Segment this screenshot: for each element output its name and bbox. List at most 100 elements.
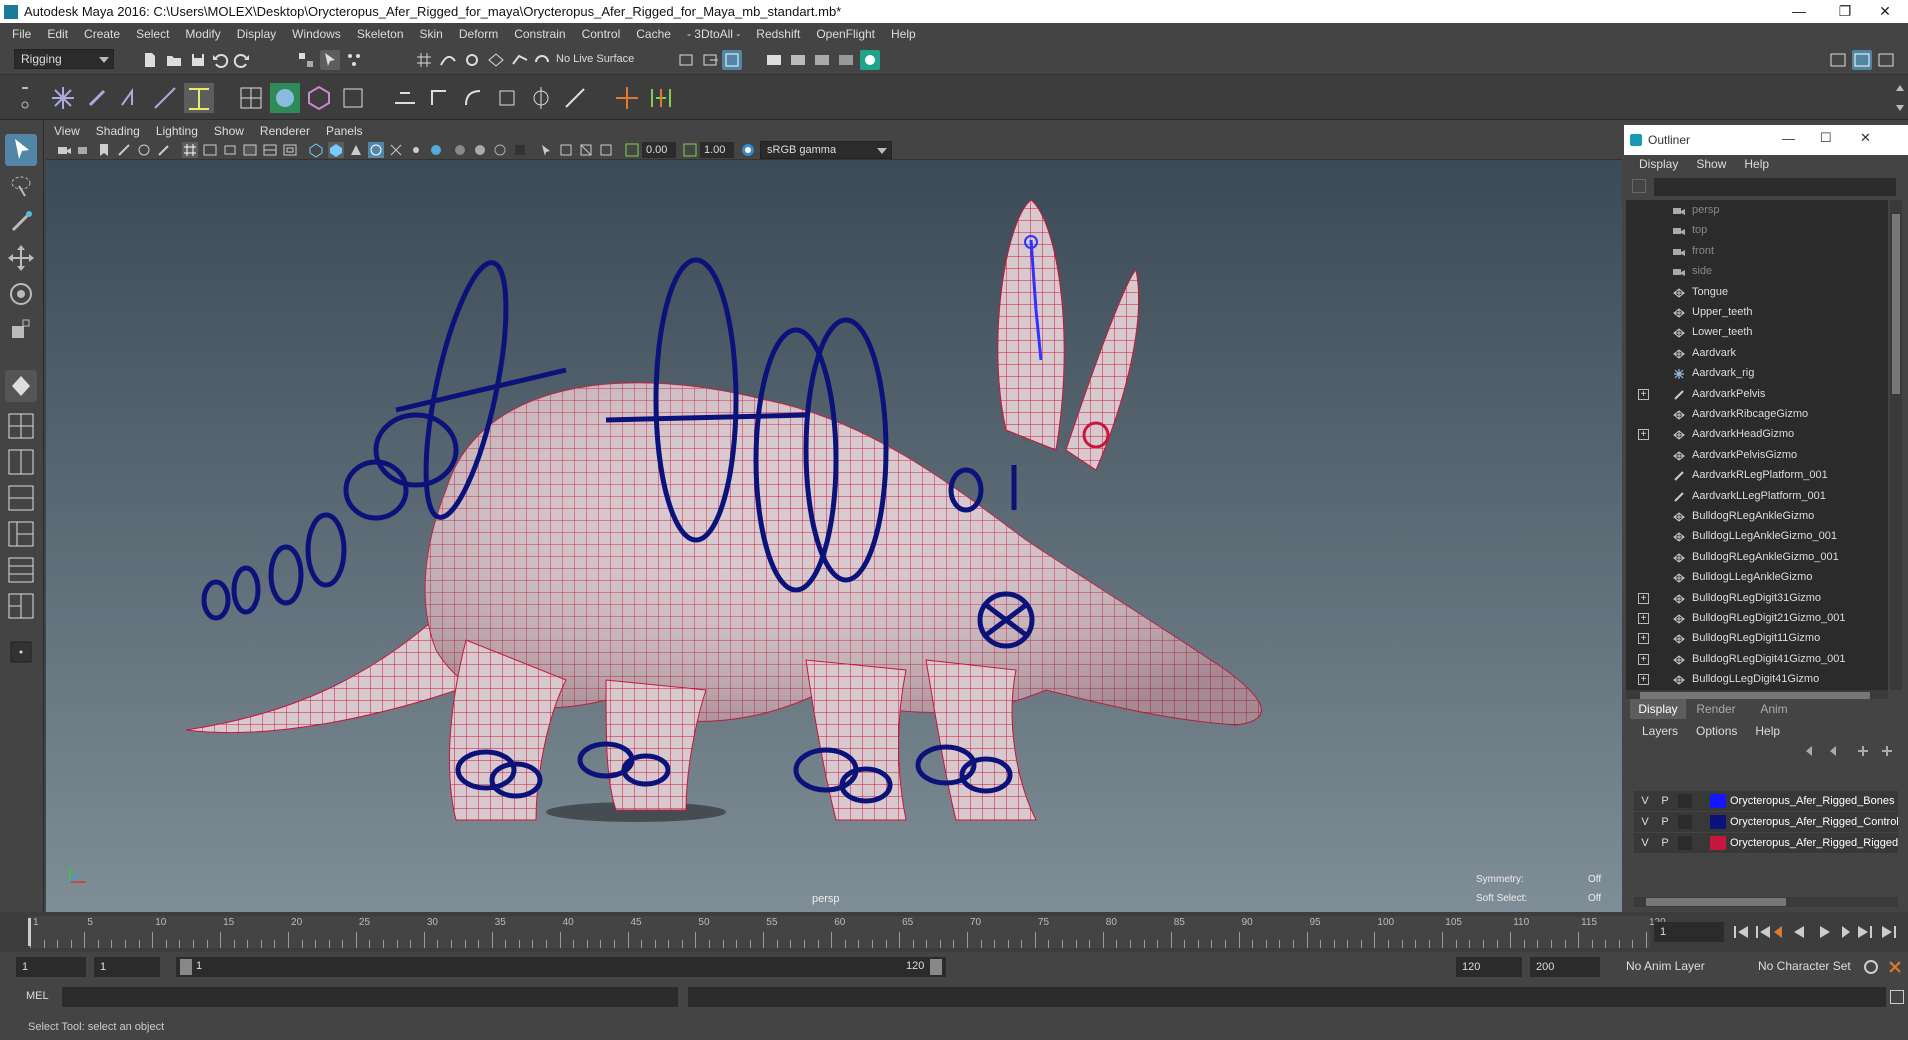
open-scene-icon[interactable] xyxy=(164,50,184,70)
outliner-item[interactable]: front xyxy=(1626,241,1888,261)
depth-of-field-icon[interactable] xyxy=(512,142,528,158)
layer-row[interactable]: V P Orycteropus_Afer_Rigged_Bones xyxy=(1634,791,1898,811)
isolate-select-icon[interactable] xyxy=(538,142,554,158)
expand-plus-icon[interactable]: + xyxy=(1638,633,1649,645)
bookmark-icon[interactable] xyxy=(96,142,112,158)
outliner-search-input[interactable] xyxy=(1654,178,1896,196)
layer-playback-toggle[interactable]: P xyxy=(1656,791,1674,811)
panel-menu-lighting[interactable]: Lighting xyxy=(148,124,206,138)
outliner-item[interactable]: AardvarkRibcageGizmo xyxy=(1626,404,1888,424)
time-slider[interactable]: 1 5 10 15 20 25 30 35 40 45 50 55 60 65 70 75 80 85 90 95 10… xyxy=(0,912,1908,952)
color-management-icon[interactable] xyxy=(740,142,756,158)
layout-options-icon[interactable] xyxy=(5,636,37,668)
camera-select-icon[interactable] xyxy=(56,142,72,158)
character-set-dropdown[interactable]: No Character Set xyxy=(1752,957,1864,977)
tab-anim-layers[interactable]: Anim xyxy=(1746,699,1802,719)
layer-color-swatch[interactable] xyxy=(1710,815,1726,829)
current-frame-field[interactable]: 1 xyxy=(1654,922,1724,942)
xray-icon[interactable] xyxy=(388,142,404,158)
layer-visibility-toggle[interactable]: V xyxy=(1636,812,1654,832)
motion-blur-icon[interactable] xyxy=(472,142,488,158)
menu-0[interactable]: File xyxy=(4,27,39,41)
outliner-layout-icon[interactable] xyxy=(5,554,37,586)
layer-menu-options[interactable]: Options xyxy=(1678,721,1737,741)
outliner-item[interactable]: side xyxy=(1626,261,1888,281)
save-scene-icon[interactable] xyxy=(188,50,208,70)
select-component-icon[interactable] xyxy=(344,50,364,70)
render-settings-icon[interactable] xyxy=(836,50,856,70)
tab-display-layers[interactable]: Display xyxy=(1630,699,1686,719)
shelf-options-icon[interactable] xyxy=(20,83,30,113)
anim-end-field[interactable]: 200 xyxy=(1530,957,1600,977)
lattice-icon[interactable] xyxy=(304,83,334,113)
snap-surface-icon[interactable] xyxy=(510,50,530,70)
outliner-item[interactable]: + BulldogRLegDigit21Gizmo_001 xyxy=(1626,608,1888,628)
panel-menu-renderer[interactable]: Renderer xyxy=(252,124,318,138)
custom-layout-icon[interactable] xyxy=(5,590,37,622)
rotate-tool-icon[interactable] xyxy=(5,278,37,310)
minimize-button[interactable]: — xyxy=(1776,0,1822,23)
use-default-material-icon[interactable] xyxy=(348,142,364,158)
range-end-handle[interactable] xyxy=(930,959,942,975)
expand-plus-icon[interactable]: + xyxy=(1638,429,1649,441)
layer-visibility-toggle[interactable]: V xyxy=(1636,833,1654,853)
range-slider[interactable]: 1 120 xyxy=(176,957,946,977)
outliner-item[interactable]: Upper_teeth xyxy=(1626,302,1888,322)
outliner-minimize-button[interactable]: — xyxy=(1782,131,1795,146)
layer-color-swatch[interactable] xyxy=(1710,836,1726,850)
exposure-icon[interactable] xyxy=(624,142,640,158)
outliner-item[interactable]: Aardvark xyxy=(1626,343,1888,363)
expand-plus-icon[interactable]: + xyxy=(1638,674,1649,686)
smooth-shade-icon[interactable] xyxy=(328,142,344,158)
select-hierarchy-icon[interactable] xyxy=(296,50,316,70)
close-button[interactable]: ✕ xyxy=(1862,0,1908,23)
outliner-close-button[interactable]: ✕ xyxy=(1860,130,1871,146)
menu-8[interactable]: Skin xyxy=(412,27,451,41)
cluster-icon[interactable] xyxy=(338,83,368,113)
aim-constraint-icon[interactable] xyxy=(526,83,556,113)
outliner-item[interactable]: AardvarkPelvisGizmo xyxy=(1626,445,1888,465)
field-chart-icon[interactable] xyxy=(262,142,278,158)
four-pane-layout-icon[interactable] xyxy=(5,446,37,478)
paint-select-icon[interactable] xyxy=(5,206,37,238)
resolution-gate-icon[interactable] xyxy=(222,142,238,158)
render-view-icon[interactable] xyxy=(812,50,832,70)
camera-attributes-icon[interactable] xyxy=(76,142,92,158)
layer-display-type[interactable] xyxy=(1678,836,1692,850)
menu-2[interactable]: Create xyxy=(76,27,128,41)
snap-point-icon[interactable] xyxy=(462,50,482,70)
persp-outliner-layout-icon[interactable] xyxy=(5,518,37,550)
anim-prefs-icon[interactable] xyxy=(1886,958,1904,976)
hypershade-icon[interactable] xyxy=(860,50,880,70)
outliner-item[interactable]: AardvarkLLegPlatform_001 xyxy=(1626,486,1888,506)
layer-row[interactable]: V P Orycteropus_Afer_Rigged_Rigged xyxy=(1634,833,1898,853)
outliner-vscrollbar[interactable] xyxy=(1890,200,1902,690)
redo-icon[interactable] xyxy=(232,50,252,70)
layer-menu-layers[interactable]: Layers xyxy=(1624,721,1678,741)
layer-playback-toggle[interactable]: P xyxy=(1656,833,1674,853)
outliner-item[interactable]: BulldogLLegAnkleGizmo xyxy=(1626,567,1888,587)
layer-row[interactable]: V P Orycteropus_Afer_Rigged_Controllers xyxy=(1634,812,1898,832)
menu-4[interactable]: Modify xyxy=(177,27,228,41)
outliner-item[interactable]: BulldogRLegAnkleGizmo xyxy=(1626,506,1888,526)
select-object-icon[interactable] xyxy=(320,50,340,70)
snap-curve-icon[interactable] xyxy=(438,50,458,70)
outliner-item[interactable]: AardvarkRLegPlatform_001 xyxy=(1626,465,1888,485)
view-transform-dropdown[interactable]: sRGB gamma xyxy=(760,141,892,159)
tab-render-layers[interactable]: Render xyxy=(1688,699,1744,719)
outliner-item[interactable]: top xyxy=(1626,220,1888,240)
expand-plus-icon[interactable]: + xyxy=(1638,653,1649,665)
anim-start-field[interactable]: 1 xyxy=(94,957,160,977)
shadows-icon[interactable] xyxy=(428,142,444,158)
move-tool-icon[interactable] xyxy=(5,242,37,274)
layer-playback-toggle[interactable]: P xyxy=(1656,812,1674,832)
layer-menu-help[interactable]: Help xyxy=(1737,721,1780,741)
panel-menu-shading[interactable]: Shading xyxy=(88,124,148,138)
undo-icon[interactable] xyxy=(210,50,230,70)
scale-constraint-icon[interactable] xyxy=(492,83,522,113)
outliner-vscroll-thumb[interactable] xyxy=(1892,214,1900,394)
expand-plus-icon[interactable]: + xyxy=(1638,613,1649,624)
outliner-menu-display[interactable]: Display xyxy=(1630,157,1687,171)
layer-visibility-toggle[interactable]: V xyxy=(1636,791,1654,811)
wireframe-icon[interactable] xyxy=(308,142,324,158)
